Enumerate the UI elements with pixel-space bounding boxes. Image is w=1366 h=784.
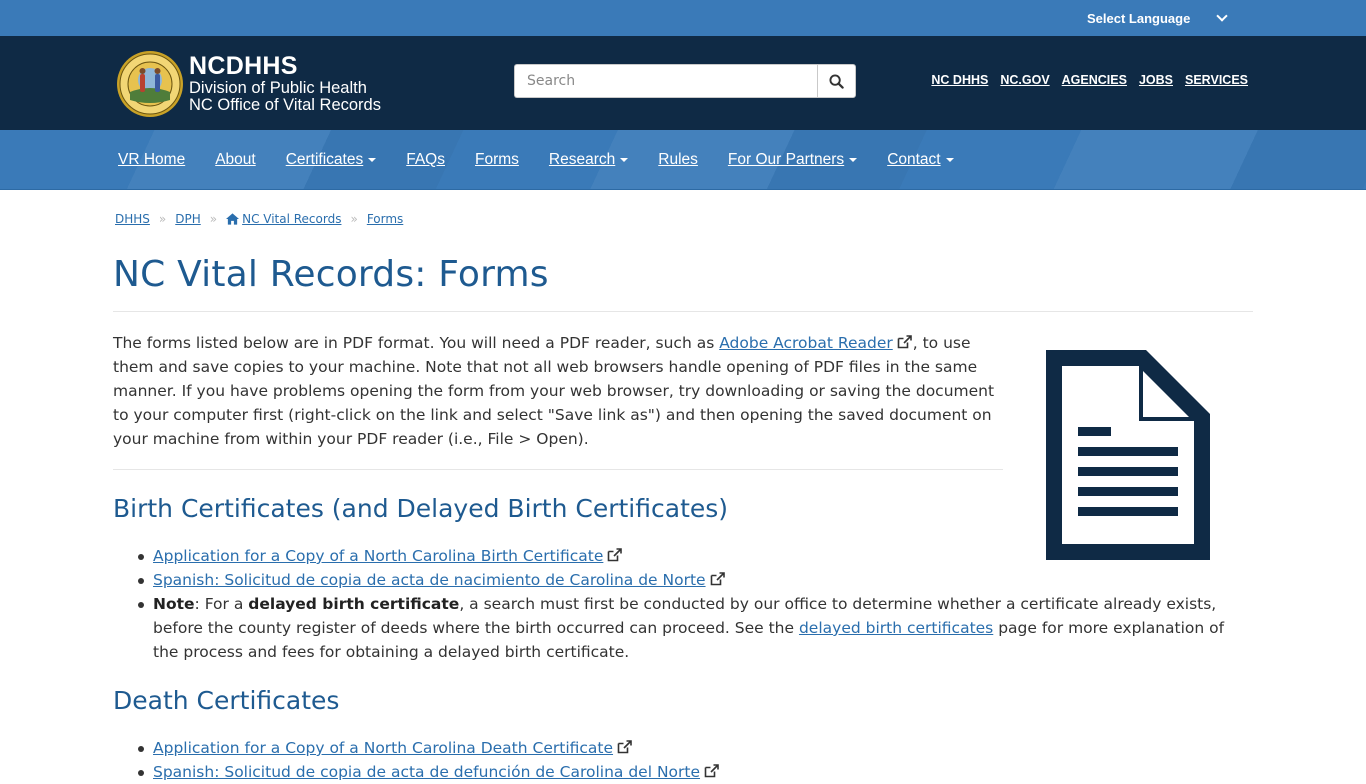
nav-link-forms[interactable]: Forms: [475, 151, 519, 169]
list-item: Note: For a delayed birth certificate, a…: [138, 592, 1253, 664]
nc-state-seal-logo[interactable]: [116, 50, 184, 118]
breadcrumb: DHHS » DPH » NC Vital Records » Forms: [115, 212, 403, 226]
breadcrumb-dhhs[interactable]: DHHS: [115, 212, 150, 226]
brand-block[interactable]: NCDHHS Division of Public Health NC Offi…: [189, 53, 381, 114]
death-application-spanish-link[interactable]: Spanish: Solicitud de copia de acta de d…: [153, 763, 700, 781]
top-link-agencies[interactable]: AGENCIES: [1062, 73, 1127, 87]
breadcrumb-separator: »: [350, 212, 358, 226]
birth-application-link[interactable]: Application for a Copy of a North Caroli…: [153, 547, 603, 565]
search-input[interactable]: [514, 64, 817, 98]
nav-link-research[interactable]: Research: [549, 151, 615, 169]
document-icon: [1046, 350, 1210, 560]
caret-down-icon: [945, 158, 954, 162]
language-select[interactable]: Select Language: [1082, 8, 1234, 28]
nav-link-vr-home[interactable]: VR Home: [118, 151, 185, 169]
nav-item-contact: Contact: [887, 151, 954, 169]
list-item: Spanish: Solicitud de copia de acta de d…: [138, 760, 1253, 784]
page-title: NC Vital Records: Forms: [113, 254, 549, 295]
breadcrumb-forms[interactable]: Forms: [367, 212, 403, 226]
breadcrumb-nc-vital-records[interactable]: NC Vital Records: [242, 212, 341, 226]
external-link-icon: [897, 335, 912, 349]
breadcrumb-dph[interactable]: DPH: [175, 212, 201, 226]
external-link-icon: [617, 740, 632, 754]
nav-item-faqs: FAQs: [406, 151, 445, 169]
death-certificates-heading: Death Certificates: [113, 686, 340, 715]
caret-down-icon: [620, 158, 629, 162]
nav-link-about[interactable]: About: [215, 151, 256, 169]
nav-link-rules[interactable]: Rules: [658, 151, 698, 169]
external-link-icon: [608, 548, 623, 562]
divider: [113, 469, 1003, 470]
nav-item-about: About: [215, 151, 256, 169]
nav-link-certificates[interactable]: Certificates: [286, 151, 364, 169]
nav-link-faqs[interactable]: FAQs: [406, 151, 445, 169]
death-certificates-list: Application for a Copy of a North Caroli…: [138, 736, 1253, 784]
chevron-down-icon: [1216, 10, 1228, 22]
search-button[interactable]: [817, 64, 856, 98]
nav-item-research: Research: [549, 151, 629, 169]
brand-division: Division of Public Health: [189, 79, 367, 97]
language-bar: Select Language: [0, 0, 1366, 36]
birth-certificates-heading: Birth Certificates (and Delayed Birth Ce…: [113, 494, 729, 523]
adobe-reader-link[interactable]: Adobe Acrobat Reader: [719, 334, 893, 352]
top-link-jobs[interactable]: JOBS: [1139, 73, 1173, 87]
brand-title: NCDHHS: [189, 52, 298, 80]
caret-down-icon: [849, 158, 858, 162]
birth-application-spanish-link[interactable]: Spanish: Solicitud de copia de acta de n…: [153, 571, 706, 589]
nav-item-rules: Rules: [658, 151, 698, 169]
nav-link-for-our-partners[interactable]: For Our Partners: [728, 151, 844, 169]
nav-list: VR Home About Certificates FAQs Forms Re…: [118, 130, 984, 189]
external-link-icon: [710, 572, 725, 586]
caret-down-icon: [368, 158, 377, 162]
nav-link-contact[interactable]: Contact: [887, 151, 940, 169]
home-icon: [226, 213, 240, 225]
top-link-nc-dhhs[interactable]: NC DHHS: [931, 73, 988, 87]
top-link-nc-gov[interactable]: NC.GOV: [1000, 73, 1049, 87]
list-item: Application for a Copy of a North Caroli…: [138, 544, 1253, 568]
intro-paragraph: The forms listed below are in PDF format…: [113, 334, 995, 448]
nav-item-for-our-partners: For Our Partners: [728, 151, 858, 169]
breadcrumb-separator: »: [209, 212, 218, 226]
external-link-icon: [704, 764, 719, 778]
nav-item-certificates: Certificates: [286, 151, 377, 169]
nav-item-vr-home: VR Home: [118, 151, 185, 169]
breadcrumb-separator: »: [158, 212, 167, 226]
divider: [113, 311, 1253, 312]
nav-item-forms: Forms: [475, 151, 519, 169]
list-item: Spanish: Solicitud de copia de acta de n…: [138, 568, 1253, 592]
list-item: Application for a Copy of a North Caroli…: [138, 736, 1253, 760]
death-application-link[interactable]: Application for a Copy of a North Caroli…: [153, 739, 613, 757]
site-header: NCDHHS Division of Public Health NC Offi…: [0, 36, 1366, 130]
main-navigation: VR Home About Certificates FAQs Forms Re…: [0, 130, 1366, 190]
top-links: NC DHHS NC.GOV AGENCIES JOBS SERVICES: [931, 73, 1248, 87]
language-select-label: Select Language: [1087, 10, 1191, 26]
top-link-services[interactable]: SERVICES: [1185, 73, 1248, 87]
delayed-birth-certificates-link[interactable]: delayed birth certificates: [799, 619, 993, 637]
birth-certificates-list: Application for a Copy of a North Caroli…: [138, 544, 1253, 664]
search-icon: [829, 73, 844, 89]
brand-office: NC Office of Vital Records: [189, 96, 381, 114]
search-form: [514, 64, 856, 98]
